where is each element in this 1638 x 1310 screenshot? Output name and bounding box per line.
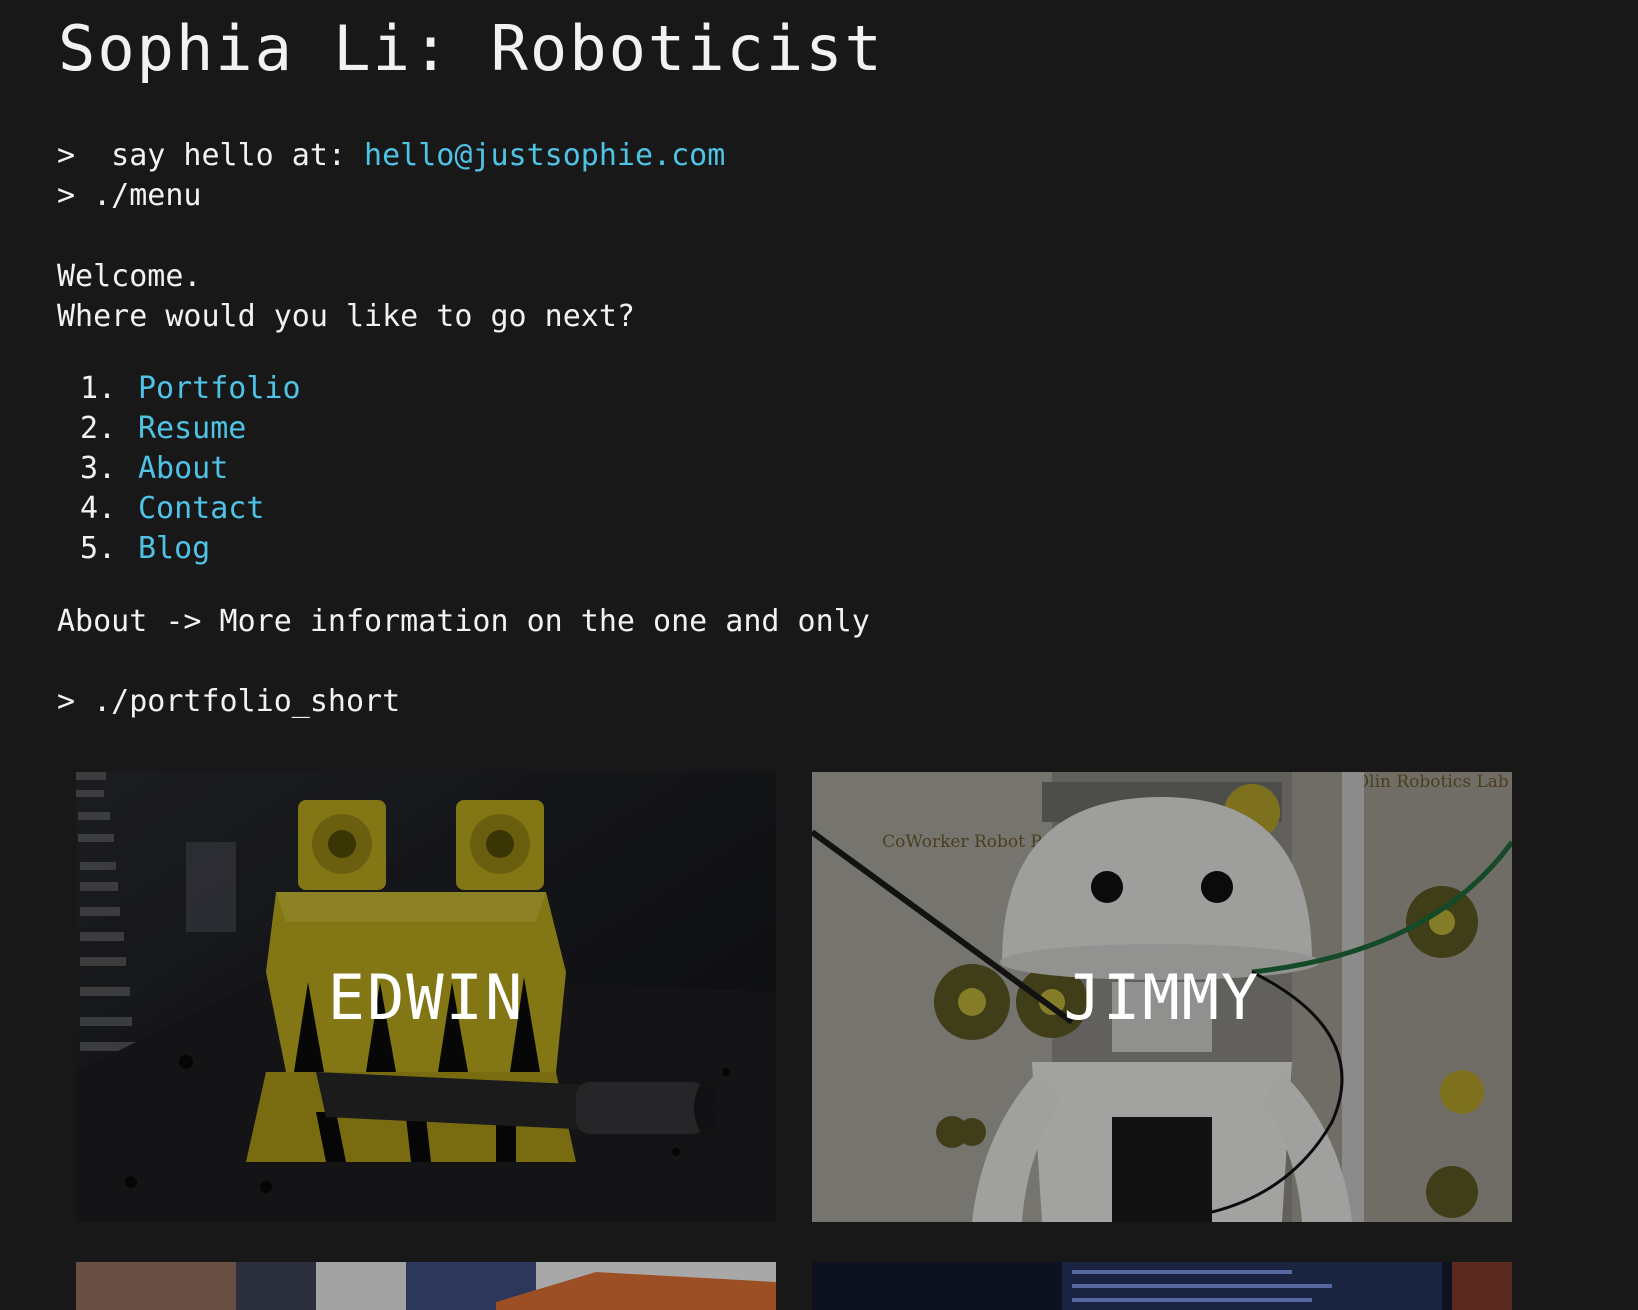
say-hello-label: say hello at: (75, 138, 365, 173)
menu-item-resume: 2. Resume (80, 409, 301, 449)
partial-card-image-right (812, 1262, 1512, 1310)
menu-command: ./menu (75, 178, 202, 213)
menu-command-line: > ./menu (57, 176, 202, 216)
menu-item-number: 3. (80, 451, 117, 486)
menu-item-contact: 4. Contact (80, 489, 301, 529)
menu-item-blog: 5. Blog (80, 529, 301, 569)
welcome-question: Where would you like to go next? (57, 299, 635, 334)
portfolio-card-partial-right[interactable] (812, 1262, 1512, 1310)
partial-card-image-left (76, 1262, 776, 1310)
blog-link[interactable]: Blog (138, 531, 210, 566)
card-label-jimmy: JIMMY (1063, 960, 1261, 1034)
portfolio-command: ./portfolio_short (93, 684, 401, 719)
menu-item-number: 2. (80, 411, 117, 446)
menu-item-number: 4. (80, 491, 117, 526)
resume-link[interactable]: Resume (138, 411, 246, 446)
menu-item-number: 1. (80, 371, 117, 406)
contact-link[interactable]: Contact (138, 491, 264, 526)
card-label-edwin: EDWIN (327, 960, 525, 1034)
menu-item-portfolio: 1. Portfolio (80, 369, 301, 409)
menu-item-number: 5. (80, 531, 117, 566)
portfolio-card-jimmy[interactable]: CoWorker Robot Project Olin Robotics Lab (812, 772, 1512, 1222)
portfolio-command-line: > ./portfolio_short (57, 682, 400, 722)
contact-line: > say hello at: hello@justsophie.com (57, 136, 725, 176)
prompt-caret: > (57, 684, 76, 719)
prompt-caret: > (57, 178, 76, 213)
hover-info-text: About -> More information on the one and… (57, 604, 870, 639)
portfolio-link[interactable]: Portfolio (138, 371, 301, 406)
page-title: Sophia Li: Roboticist (58, 12, 884, 85)
welcome-text: Welcome. (57, 259, 202, 294)
email-link[interactable]: hello@justsophie.com (364, 138, 725, 173)
portfolio-card-edwin[interactable]: EDWIN (76, 772, 776, 1222)
menu-item-about: 3. About (80, 449, 301, 489)
portfolio-card-partial-left[interactable] (76, 1262, 776, 1310)
about-link[interactable]: About (138, 451, 228, 486)
nav-menu: 1. Portfolio 2. Resume 3. About 4. Contact 5… (80, 369, 301, 569)
prompt-caret: > (57, 138, 76, 173)
